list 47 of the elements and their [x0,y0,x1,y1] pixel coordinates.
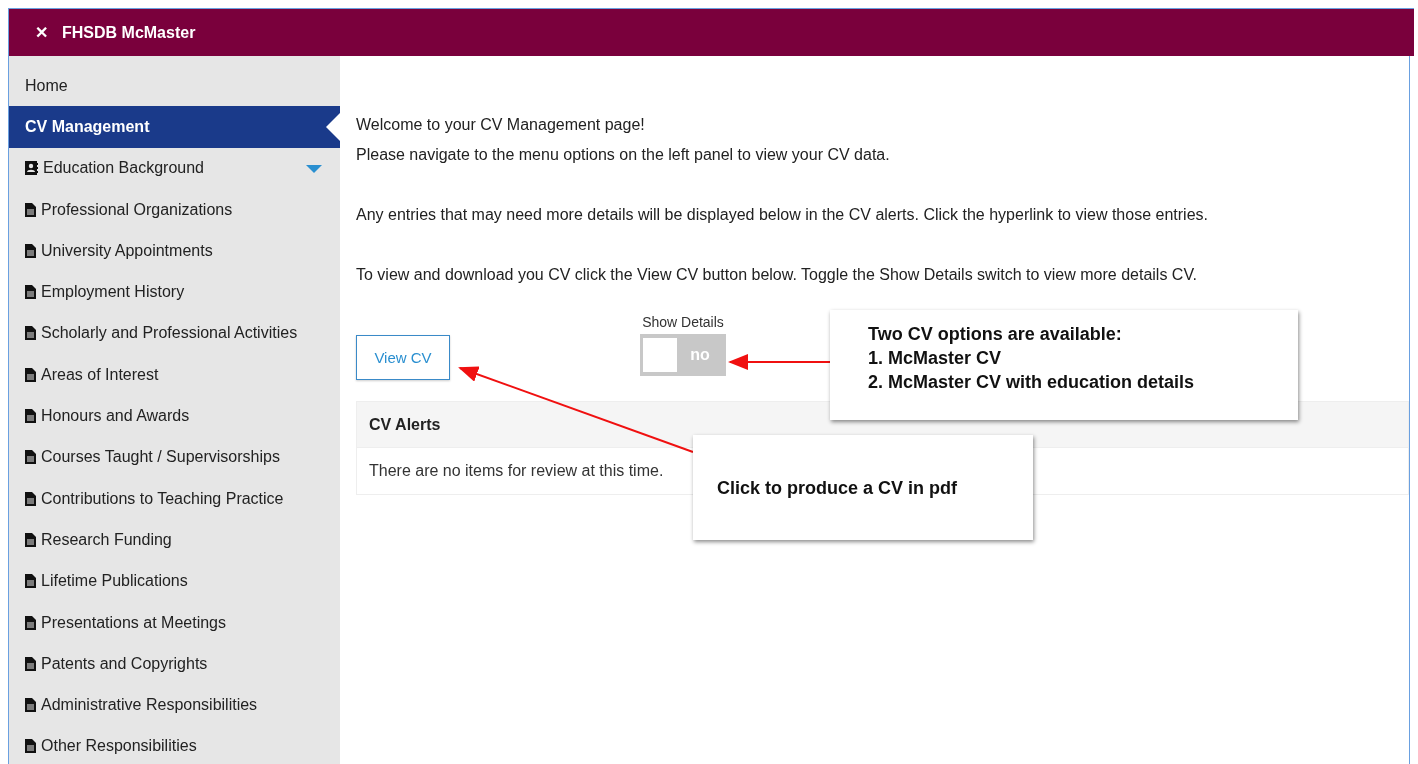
sidebar-item[interactable]: Courses Taught / Supervisorships [9,436,340,478]
sidebar-item[interactable]: Education Background [9,147,340,189]
contact-card-icon [25,161,38,176]
sidebar-item[interactable]: Patents and Copyrights [9,643,340,685]
document-icon [25,491,36,506]
document-icon [25,326,36,341]
sidebar-item[interactable]: Home [9,65,340,107]
view-cv-button[interactable]: View CV [356,335,450,380]
intro-text: Welcome to your CV Management page! [356,115,646,135]
sidebar-item[interactable]: CV Management [9,106,340,148]
toggle-label: Show Details [642,314,724,330]
sidebar-item[interactable]: Employment History [9,271,340,313]
sidebar-item[interactable]: Lifetime Publications [9,560,340,602]
instruction-text: To view and download you CV click the View CV button below. Toggle the Show Details switch to view more details CV. [356,266,1198,283]
sidebar-item[interactable]: Research Funding [9,519,340,561]
document-icon [25,739,36,754]
document-icon [25,285,36,300]
sidebar-item[interactable]: University Appointments [9,230,340,272]
document-icon [25,532,36,547]
document-icon [25,367,36,382]
document-icon [25,409,36,423]
sidebar-item[interactable]: Honours and Awards [9,395,340,437]
selection-notch-icon [326,113,340,142]
document-icon [25,698,36,713]
sidebar-item[interactable]: Administrative Responsibilities [9,684,340,726]
empty-message: There are no items for review at this time. [369,462,664,480]
panel-heading: CV Alerts [369,415,441,434]
sidebar-item[interactable]: Scholarly and Professional Activities [9,312,340,355]
document-icon [25,615,36,630]
document-icon [25,656,36,671]
sidebar-item[interactable]: Presentations at Meetings [9,601,340,644]
window-title: FHSDB McMaster [62,23,196,42]
sidebar-item[interactable]: Areas of Interest [9,354,340,396]
sidebar-item[interactable]: Professional Organizations [9,188,340,231]
callout-text: 2. McMaster CV with education details [868,371,1196,394]
callout-text: Click to produce a CV in pdf [717,476,959,500]
sidebar-item[interactable]: Contributions to Teaching Practice [9,477,340,520]
close-button[interactable]: ✕ [35,23,48,42]
document-icon [25,450,36,465]
callout-text: Two CV options are available: [868,323,1123,346]
document-icon [25,202,36,217]
document-icon [25,243,36,258]
document-icon [25,574,36,589]
sidebar-item[interactable]: Other Responsibilities [9,725,340,764]
intro-text: Please navigate to the menu options on the left panel to view your CV data. [356,145,891,165]
instruction-text: Any entries that may need more details will be displayed below in the CV alerts. Click the hyperlink to view those entries. [356,206,1208,223]
callout-text: 1. McMaster CV [868,347,1003,370]
